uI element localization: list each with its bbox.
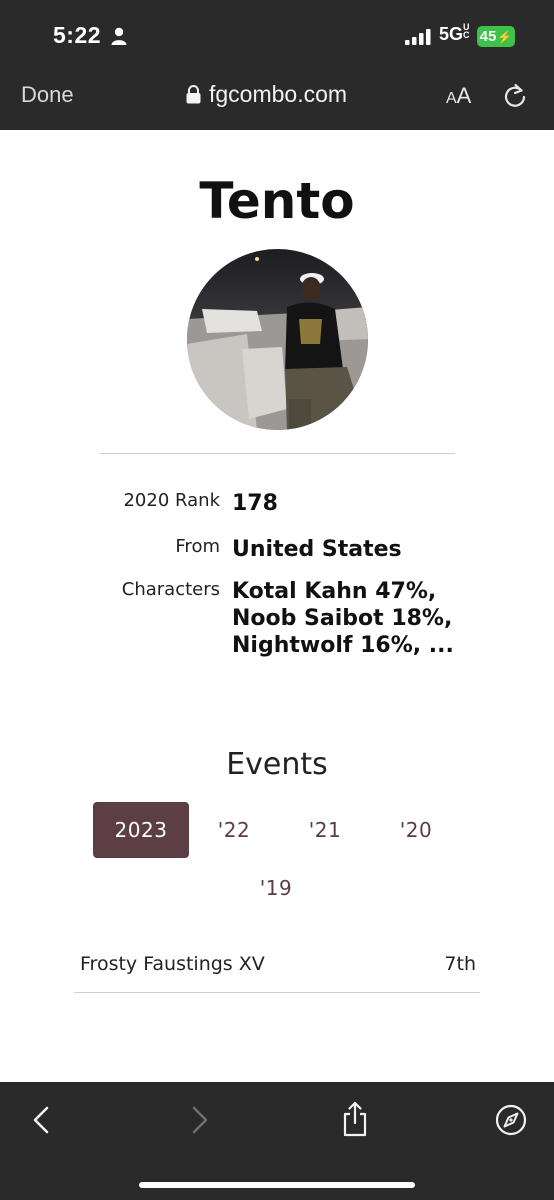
battery-level: 45 bbox=[479, 28, 497, 45]
network-suffix: UC bbox=[463, 22, 470, 40]
battery-badge: 45 ⚡ bbox=[477, 26, 515, 47]
rank-value: 178 bbox=[232, 491, 278, 516]
characters-label: Characters bbox=[121, 579, 220, 600]
tab-2023[interactable]: 2023 bbox=[93, 802, 189, 858]
network-label: 5G bbox=[439, 24, 464, 44]
back-icon[interactable] bbox=[32, 1106, 50, 1134]
done-button[interactable]: Done bbox=[21, 82, 74, 108]
top-chrome: 5:22 5GUC 45 ⚡ Done fgcombo.com AA bbox=[0, 0, 554, 130]
browser-toolbar bbox=[0, 1082, 554, 1200]
avatar bbox=[187, 249, 368, 430]
browser-bar: Done fgcombo.com AA bbox=[0, 70, 554, 130]
url-text: fgcombo.com bbox=[209, 81, 348, 107]
character-line: Nightwolf 16%, ... bbox=[232, 633, 454, 658]
reload-icon[interactable] bbox=[503, 83, 527, 109]
status-bar: 5:22 5GUC 45 ⚡ bbox=[0, 0, 554, 70]
event-placement: 7th bbox=[444, 953, 476, 975]
event-name: Frosty Faustings XV bbox=[80, 953, 265, 975]
profile-page: Tento 2020 Rank 178 From United States C… bbox=[0, 130, 554, 1082]
signal-icon bbox=[405, 29, 431, 45]
home-indicator bbox=[139, 1182, 415, 1188]
aa-big: A bbox=[456, 83, 472, 108]
address-bar[interactable]: fgcombo.com bbox=[186, 81, 347, 108]
tab-19[interactable]: '19 bbox=[229, 860, 323, 916]
compass-icon[interactable] bbox=[495, 1104, 527, 1136]
event-row[interactable]: Frosty Faustings XV 7th bbox=[74, 940, 480, 993]
lock-icon bbox=[186, 85, 201, 104]
text-size-button[interactable]: AA bbox=[446, 83, 471, 109]
person-icon bbox=[111, 27, 127, 45]
events-heading: Events bbox=[226, 747, 328, 782]
aa-small: A bbox=[446, 90, 457, 107]
tab-22[interactable]: '22 bbox=[187, 802, 281, 858]
tab-20[interactable]: '20 bbox=[369, 802, 463, 858]
bolt-icon: ⚡ bbox=[497, 29, 513, 44]
forward-icon[interactable] bbox=[191, 1106, 209, 1134]
network-type: 5GUC bbox=[439, 22, 471, 45]
from-value: United States bbox=[232, 537, 402, 562]
from-label: From bbox=[175, 536, 220, 557]
divider bbox=[100, 453, 455, 454]
status-time: 5:22 bbox=[53, 22, 102, 48]
rank-label: 2020 Rank bbox=[123, 490, 220, 511]
tab-21[interactable]: '21 bbox=[278, 802, 372, 858]
player-name: Tento bbox=[199, 172, 355, 230]
share-icon[interactable] bbox=[341, 1101, 369, 1137]
